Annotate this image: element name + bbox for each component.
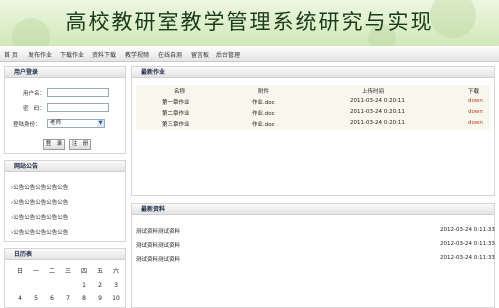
identity-select-value: 老师	[50, 120, 62, 126]
resource-link[interactable]: 测试资料测试资料	[136, 255, 180, 263]
calendar-weekday: 二	[48, 268, 55, 275]
page: 高校教研室教学管理系统研究与实现 首 页 发布作业 下载作业 资料下载 教学视频…	[0, 0, 499, 308]
homework-download-link[interactable]: down	[468, 98, 483, 104]
latest-resources-panel: 最新资料 测试资料测试资料 2012-03-24 0:11:33 测试资料测试资…	[131, 203, 495, 308]
calendar-day[interactable]: 5	[31, 295, 41, 302]
homework-time: 2011-03-24 0:20:11	[350, 109, 405, 115]
calendar-day[interactable]: 2	[95, 282, 105, 289]
username-label: 用户名：	[23, 91, 46, 97]
notice-item[interactable]: ›公告公告公告公告公告	[11, 198, 68, 206]
nav-item-message-board[interactable]: 留言板	[191, 50, 209, 59]
nav-item-home[interactable]: 首 页	[4, 50, 18, 59]
resources-panel-title: 最新资料	[132, 204, 494, 215]
homework-file: 作业.doc	[252, 122, 275, 128]
nav-item-admin[interactable]: 后台管理	[216, 50, 240, 59]
nav-item-teaching-video[interactable]: 教学视频	[125, 50, 149, 59]
nav-item-resource-download[interactable]: 资料下载	[92, 50, 116, 59]
notice-item[interactable]: ›公告公告公告公告公告	[11, 183, 68, 191]
username-input[interactable]	[47, 88, 109, 97]
notice-item[interactable]: ›公告公告公告公告公告	[11, 228, 68, 236]
calendar-panel-title: 日历表	[5, 249, 125, 260]
resource-time: 2012-03-24 0:11:33	[440, 241, 495, 247]
chevron-down-icon: ▼	[97, 120, 104, 127]
homework-panel-title: 最新作业	[132, 67, 494, 78]
calendar-weekday: 三	[64, 268, 71, 275]
calendar-weekday: 六	[112, 268, 119, 275]
login-button[interactable]: 登 录	[43, 139, 65, 150]
register-button[interactable]: 注 册	[69, 139, 91, 150]
resource-time: 2012-03-24 0:11:33	[440, 227, 495, 233]
homework-download-link[interactable]: down	[468, 120, 483, 126]
calendar-weekday: 日	[16, 268, 23, 275]
homework-header-time: 上传时间	[362, 89, 385, 95]
calendar-weekday: 五	[96, 268, 103, 275]
calendar-weekday: 四	[80, 268, 87, 275]
homework-download-link[interactable]: down	[468, 109, 483, 115]
login-panel-title: 用户登录	[5, 67, 125, 78]
homework-name: 第二章作业	[162, 111, 190, 117]
calendar-panel: 日历表 日 一 二 三 四 五 六 1 2 3 4 5 6 7 8 9 10	[4, 248, 126, 308]
notice-panel-title: 网站公告	[5, 161, 125, 172]
calendar-day[interactable]: 7	[63, 295, 73, 302]
homework-time: 2011-03-24 0:20:11	[350, 120, 405, 126]
calendar-weekday: 一	[32, 268, 39, 275]
calendar-day[interactable]: 9	[95, 295, 105, 302]
latest-homework-panel: 最新作业 名称 附件 上传时间 下载 第一章作业 作业.doc 2011-03-…	[131, 66, 495, 196]
site-banner: 高校教研室教学管理系统研究与实现	[0, 0, 499, 46]
resource-link[interactable]: 测试资料测试资料	[136, 227, 180, 235]
calendar-day[interactable]: 10	[111, 295, 121, 302]
password-label: 密 码：	[23, 106, 46, 112]
site-title: 高校教研室教学管理系统研究与实现	[65, 10, 434, 34]
nav-item-online-test[interactable]: 在线自测	[158, 50, 182, 59]
homework-header-download: 下载	[468, 89, 480, 95]
nav-item-download-homework[interactable]: 下载作业	[60, 50, 84, 59]
identity-select[interactable]: 老师 ▼	[47, 119, 105, 128]
homework-file: 作业.doc	[252, 100, 275, 106]
homework-header-file: 附件	[258, 89, 270, 95]
calendar-day[interactable]: 1	[79, 282, 89, 289]
password-input[interactable]	[47, 103, 109, 112]
notice-panel: 网站公告 ›公告公告公告公告公告 ›公告公告公告公告公告 ›公告公告公告公告公告…	[4, 160, 126, 242]
main-nav: 首 页 发布作业 下载作业 资料下载 教学视频 在线自测 留言板 后台管理	[0, 46, 499, 62]
homework-time: 2011-03-24 0:20:11	[350, 98, 405, 104]
calendar-day[interactable]: 8	[79, 295, 89, 302]
identity-label: 登陆身份：	[13, 122, 41, 128]
homework-file: 作业.doc	[252, 111, 275, 117]
calendar-day[interactable]: 6	[47, 295, 57, 302]
nav-item-publish-homework[interactable]: 发布作业	[28, 50, 52, 59]
calendar-day[interactable]: 4	[15, 295, 25, 302]
homework-name: 第一章作业	[162, 100, 190, 106]
homework-header-name: 名称	[174, 89, 186, 95]
notice-item[interactable]: ›公告公告公告公告公告	[11, 213, 68, 221]
resource-link[interactable]: 测试资料测试资料	[136, 241, 180, 249]
login-panel: 用户登录 用户名： 密 码： 登陆身份： 老师 ▼ 登 录 注 册	[4, 66, 126, 154]
homework-name: 第三章作业	[162, 122, 190, 128]
calendar-day[interactable]: 3	[111, 282, 121, 289]
resource-time: 2012-03-24 0:11:33	[440, 255, 495, 261]
